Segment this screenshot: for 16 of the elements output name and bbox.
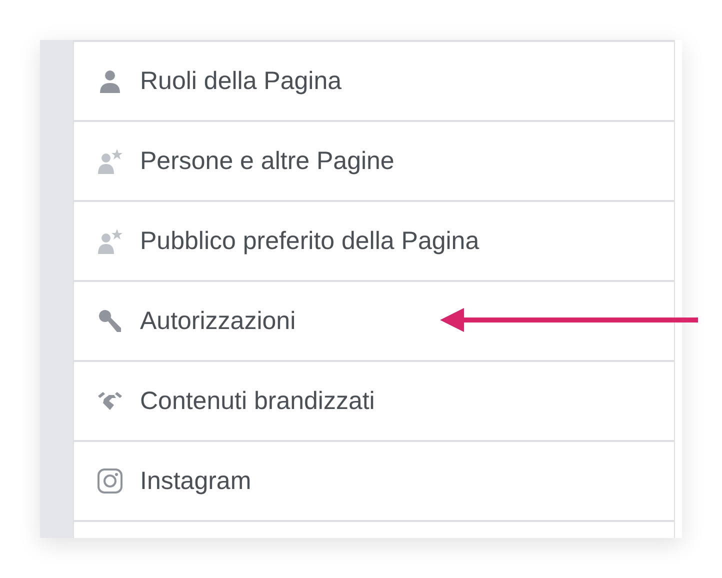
menu-item[interactable]: Persone e altre Pagine [74, 122, 674, 202]
menu-item-label: Persone e altre Pagine [140, 146, 394, 176]
menu-item[interactable]: Pubblico preferito della Pagina [74, 202, 674, 282]
menu-item[interactable]: Contenuti brandizzati [74, 362, 674, 442]
menu-item-label: Instagram [140, 466, 252, 496]
person-icon [98, 69, 122, 93]
menu-item-label: Ruoli della Pagina [140, 66, 342, 96]
menu-item-label: Contenuti brandizzati [140, 386, 375, 416]
menu-item[interactable]: Ruoli della Pagina [74, 42, 674, 122]
person-star-icon [97, 228, 123, 254]
menu-item-label: Pubblico preferito della Pagina [140, 226, 480, 256]
person-star-icon [97, 148, 123, 174]
menu-item[interactable]: Instagram [74, 442, 674, 522]
instagram-icon [97, 468, 123, 494]
key-icon [98, 309, 122, 333]
menu-item-label: Autorizzazioni [140, 306, 296, 336]
